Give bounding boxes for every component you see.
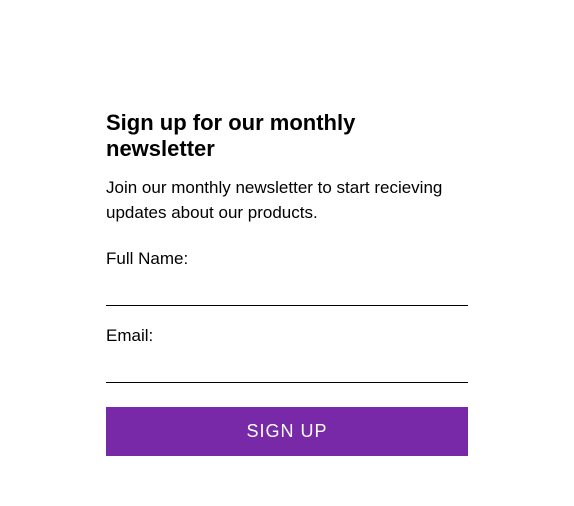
fullname-label: Full Name: <box>106 249 468 269</box>
email-input[interactable] <box>106 352 468 383</box>
email-field-group: Email: <box>106 326 468 383</box>
fullname-field-group: Full Name: <box>106 249 468 306</box>
form-heading: Sign up for our monthly newsletter <box>106 110 468 162</box>
form-description: Join our monthly newsletter to start rec… <box>106 176 468 225</box>
newsletter-signup-form: Sign up for our monthly newsletter Join … <box>106 110 468 456</box>
fullname-input[interactable] <box>106 275 468 306</box>
email-label: Email: <box>106 326 468 346</box>
signup-button[interactable]: SIGN UP <box>106 407 468 456</box>
